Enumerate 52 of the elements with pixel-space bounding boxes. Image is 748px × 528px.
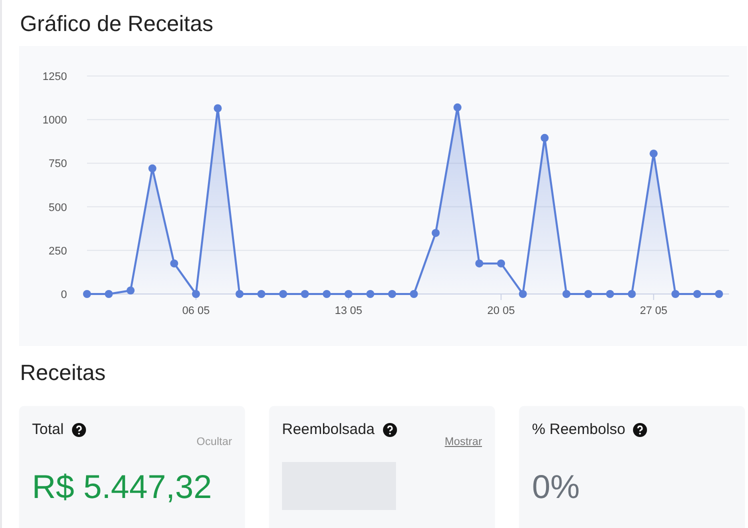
- data-point: [606, 290, 614, 298]
- toggle-link[interactable]: Ocultar: [196, 436, 232, 450]
- data-point: [410, 290, 418, 298]
- card-label: Reembolsada: [282, 421, 375, 438]
- x-axis-label: 20 05: [487, 305, 515, 317]
- data-point: [322, 290, 331, 298]
- data-point: [83, 290, 91, 298]
- data-point: [453, 103, 462, 112]
- y-axis-label: 500: [48, 202, 67, 214]
- data-point: [148, 164, 156, 172]
- help-icon[interactable]: [72, 422, 86, 436]
- data-point: [279, 290, 288, 298]
- x-axis-label: 06 05: [182, 305, 210, 317]
- data-point: [344, 290, 353, 298]
- x-axis-label: 13 05: [334, 305, 362, 317]
- section-title: Receitas: [19, 359, 106, 387]
- data-point: [104, 290, 113, 298]
- data-point: [540, 134, 549, 142]
- data-point: [126, 286, 135, 294]
- y-axis-label: 1000: [42, 114, 67, 127]
- data-point: [650, 150, 658, 158]
- help-icon[interactable]: [633, 422, 648, 436]
- toggle-link[interactable]: Mostrar: [444, 436, 482, 450]
- card-label: % Reembolso: [532, 421, 626, 438]
- data-point: [432, 228, 440, 237]
- card-label: Total: [32, 421, 64, 438]
- y-axis-label: 0: [60, 289, 67, 301]
- data-point: [715, 290, 723, 298]
- data-point: [518, 290, 527, 298]
- data-point: [693, 290, 702, 298]
- data-point: [366, 290, 374, 298]
- y-axis-label: 1250: [42, 71, 67, 83]
- y-axis-label: 750: [48, 158, 67, 170]
- data-point: [628, 290, 636, 298]
- data-point: [300, 290, 309, 298]
- data-point: [671, 290, 680, 298]
- data-point: [584, 290, 592, 298]
- data-point: [562, 290, 570, 298]
- section-title: Gráfico de Receitas: [19, 10, 214, 38]
- data-point: [214, 104, 222, 112]
- data-point: [192, 290, 200, 298]
- data-point: [236, 290, 244, 298]
- data-point: [257, 290, 266, 298]
- x-axis-label: 27 05: [640, 305, 668, 317]
- data-point: [170, 259, 178, 268]
- data-point: [388, 290, 396, 298]
- data-point: [475, 259, 484, 268]
- card-value: 0%: [532, 468, 580, 506]
- card-value: R$ 5.447,32: [32, 468, 212, 506]
- data-point: [497, 259, 506, 268]
- y-axis-label: 250: [48, 245, 67, 258]
- help-icon[interactable]: [382, 422, 397, 436]
